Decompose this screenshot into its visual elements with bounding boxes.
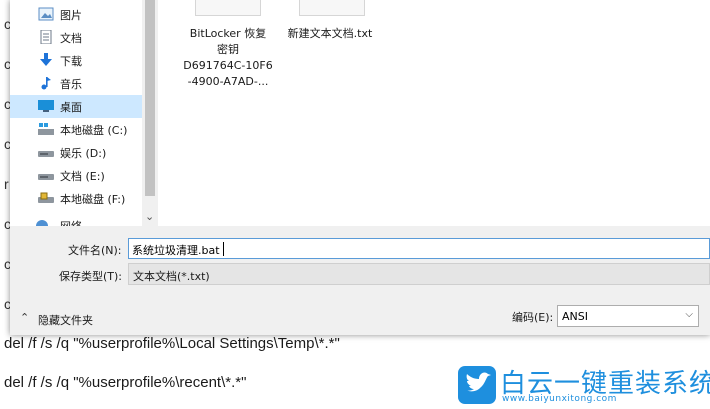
- nav-item-drive-e[interactable]: 文档 (E:): [10, 164, 142, 187]
- nav-item-drive-c[interactable]: 本地磁盘 (C:): [10, 118, 142, 141]
- file-name-line: D691764C-10F6: [183, 59, 273, 72]
- filename-value: 系统垃圾清理.bat: [132, 244, 220, 257]
- file-name-line: -4900-A7AD-...: [187, 75, 269, 88]
- windows-drive-icon: [38, 123, 54, 135]
- nav-item-label: 本地磁盘 (F:): [60, 193, 126, 206]
- nav-item-drive-d[interactable]: 娱乐 (D:): [10, 141, 142, 164]
- nav-item-label: 文档 (E:): [60, 170, 105, 183]
- download-icon: [40, 53, 52, 66]
- drive-icon: [38, 151, 54, 157]
- file-name-line: 密钥: [217, 43, 239, 56]
- background-text-fragment: r: [4, 176, 9, 192]
- documents-icon: [40, 30, 52, 44]
- file-name: 新建文本文档.txt: [280, 26, 380, 42]
- background-text-line: del /f /s /q "%userprofile%\recent\*.*": [4, 374, 247, 391]
- nav-item-label: 音乐: [60, 78, 82, 91]
- music-icon: [41, 77, 51, 90]
- nav-item-music[interactable]: 音乐: [10, 72, 142, 95]
- text-file-icon: [299, 0, 365, 16]
- file-name: BitLocker 恢复 密钥 D691764C-10F6 -4900-A7AD…: [158, 26, 298, 90]
- filetype-select[interactable]: 文本文档(*.txt): [128, 263, 710, 285]
- background-text-line: del /f /s /q "%userprofile%\Local Settin…: [4, 335, 340, 352]
- nav-item-label: 本地磁盘 (C:): [60, 124, 128, 137]
- watermark-url: www.baiyunxitong.com: [502, 394, 617, 404]
- nav-item-label: 网络: [60, 218, 82, 226]
- locked-drive-icon: [38, 192, 54, 203]
- chevron-down-icon[interactable]: ⌄: [145, 210, 154, 223]
- text-file-icon: [195, 0, 261, 16]
- nav-item-pictures[interactable]: 图片: [10, 3, 142, 26]
- file-name-line: 新建文本文档.txt: [287, 27, 373, 40]
- nav-item-downloads[interactable]: 下载: [10, 49, 142, 72]
- encoding-label: 编码(E):: [512, 311, 554, 324]
- pictures-icon: [38, 7, 54, 21]
- nav-item-label: 图片: [60, 9, 82, 22]
- nav-item-desktop[interactable]: 桌面: [10, 95, 142, 118]
- encoding-select[interactable]: ANSI ⌵: [557, 305, 699, 327]
- bird-logo-icon: [458, 366, 496, 404]
- nav-item-drive-f[interactable]: 本地磁盘 (F:): [10, 187, 142, 210]
- scrollbar-thumb[interactable]: [145, 0, 155, 196]
- filename-input[interactable]: 系统垃圾清理.bat: [128, 238, 710, 259]
- nav-item-network[interactable]: 网络: [10, 214, 142, 226]
- drive-icon: [38, 174, 54, 180]
- chevron-down-icon: ⌵: [685, 309, 693, 320]
- filetype-label: 保存类型(T):: [59, 270, 123, 283]
- nav-scrollbar[interactable]: ⌄: [142, 0, 158, 226]
- file-name-line: BitLocker 恢复: [189, 27, 267, 40]
- desktop-icon: [38, 100, 54, 112]
- hide-folders-label: 隐藏文件夹: [38, 314, 93, 327]
- filename-label: 文件名(N):: [68, 244, 122, 257]
- encoding-value: ANSI: [562, 310, 588, 323]
- text-caret: [223, 242, 224, 256]
- file-item-bitlocker-key[interactable]: BitLocker 恢复 密钥 D691764C-10F6 -4900-A7AD…: [158, 0, 298, 96]
- nav-item-label: 娱乐 (D:): [60, 147, 107, 160]
- nav-item-documents[interactable]: 文档: [10, 26, 142, 49]
- nav-item-label: 下载: [60, 55, 82, 68]
- file-item-new-text-doc[interactable]: 新建文本文档.txt: [280, 0, 380, 48]
- nav-item-label: 文档: [60, 32, 82, 45]
- network-icon: [36, 220, 48, 226]
- filetype-value: 文本文档(*.txt): [133, 270, 210, 283]
- nav-item-label: 桌面: [60, 101, 82, 114]
- hide-folders-button[interactable]: ⌃ 隐藏文件夹: [20, 310, 110, 328]
- chevron-up-icon: ⌃: [20, 311, 30, 324]
